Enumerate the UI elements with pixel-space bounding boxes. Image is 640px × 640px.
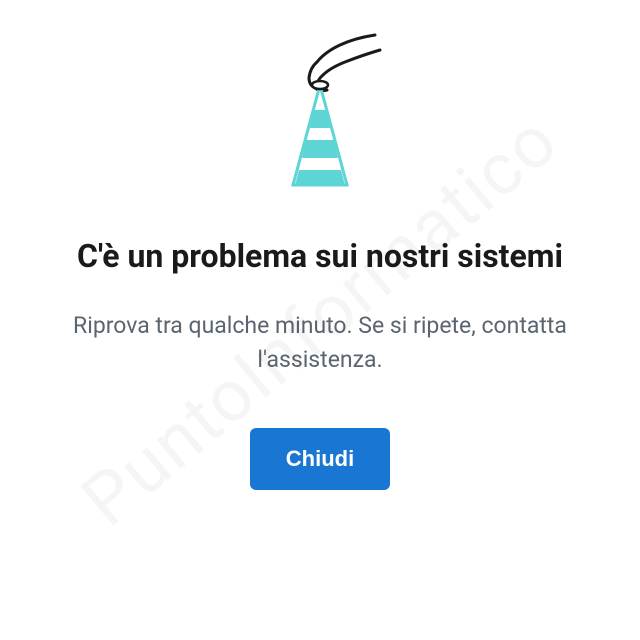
close-button[interactable]: Chiudi [250, 428, 390, 490]
error-subtitle: Riprova tra qualche minuto. Se si ripete… [60, 309, 580, 378]
error-title: C'è un problema sui nostri sistemi [77, 234, 563, 279]
hand-cone-icon [255, 30, 385, 194]
